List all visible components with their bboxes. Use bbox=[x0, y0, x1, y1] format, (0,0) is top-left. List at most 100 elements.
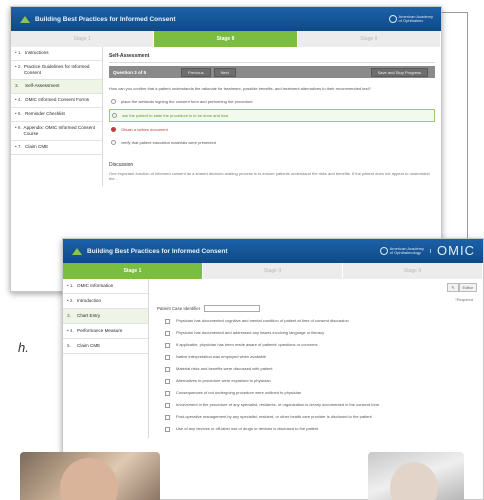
sidebar-item-label: Introduction bbox=[77, 298, 102, 303]
checkbox-icon[interactable] bbox=[165, 391, 170, 396]
checklist-item[interactable]: Alternatives to procedure were explained… bbox=[165, 378, 475, 384]
checklist-item-label: If applicable, physician has been made a… bbox=[176, 342, 318, 347]
question-counter: Question 3 of 5 bbox=[113, 69, 147, 75]
sidebar-item-label: Claim CME bbox=[25, 144, 49, 149]
checkbox-icon[interactable] bbox=[165, 427, 170, 432]
tab-stage-2[interactable]: Stage II bbox=[154, 31, 298, 47]
radio-icon[interactable] bbox=[111, 139, 116, 145]
sidebar-item-consent-forms[interactable]: • 4. OMIC Informed Consent Forms bbox=[11, 94, 102, 108]
checklist-item[interactable]: Native interpretation was employed when … bbox=[165, 354, 475, 360]
tab-stage-1[interactable]: Stage 1 bbox=[11, 31, 155, 47]
answer-option-incorrect[interactable]: Obtain a written document bbox=[109, 124, 435, 135]
sidebar-item-appendix[interactable]: • 6. Appendix: OMIC Informed Consent Cour… bbox=[11, 122, 102, 141]
sidebar-item-label: OMIC Information bbox=[77, 283, 114, 288]
window-title: Building Best Practices for Informed Con… bbox=[35, 15, 176, 23]
sidebar-item-label: OMIC Informed Consent Forms bbox=[25, 97, 90, 102]
sidebar-nav: • 1. Instructions • 2. Practice Guidelines… bbox=[11, 47, 103, 186]
sidebar-item-label: Practice Guidelines for Informed Consent bbox=[23, 64, 90, 75]
checklist-item[interactable]: If applicable, physician has been made a… bbox=[165, 342, 475, 348]
photo-person-right bbox=[368, 452, 464, 500]
patient-case-input[interactable] bbox=[204, 305, 261, 312]
checklist-item[interactable]: Physician has documented cognitive and m… bbox=[165, 318, 475, 324]
editor-button[interactable]: Editor bbox=[458, 283, 477, 292]
sidebar-item-practice-guidelines[interactable]: • 2. Practice Guidelines for Informed Con… bbox=[11, 61, 102, 80]
checklist-item-label: Physician has documented and addressed a… bbox=[176, 330, 325, 335]
checkbox-icon[interactable] bbox=[165, 367, 170, 372]
checkbox-icon[interactable] bbox=[165, 331, 170, 336]
checklist-item-label: Consequences of not undergoing procedure… bbox=[176, 390, 302, 395]
sidebar-item-reminder-checklist[interactable]: • 5. Reminder Checklist bbox=[11, 108, 102, 122]
sidebar-item-label: Self-Assessment bbox=[25, 83, 60, 88]
checkbox-icon[interactable] bbox=[165, 415, 170, 420]
sidebar-item-claim-cme[interactable]: 5. Claim CME bbox=[63, 339, 148, 354]
sidebar-item-claim-cme[interactable]: • 7. Claim CME bbox=[11, 141, 102, 155]
question-text: How can you confirm that a patient under… bbox=[109, 86, 371, 91]
sidebar-item-omic-information[interactable]: • 1. OMIC Information bbox=[63, 279, 148, 294]
radio-icon[interactable] bbox=[112, 112, 117, 118]
app-logo-icon bbox=[72, 248, 82, 255]
required-note: *Required bbox=[455, 297, 473, 302]
checklist-item-label: Material risks and benefits were discuss… bbox=[176, 366, 273, 371]
checklist-item[interactable]: Involvement in the procedure of any spec… bbox=[165, 402, 475, 408]
editor-toolbar: ✎ Editor bbox=[447, 283, 477, 292]
answer-option-correct[interactable]: ask the patient to state the procedure i… bbox=[109, 108, 435, 122]
tab-stage-3[interactable]: Stage II bbox=[297, 31, 441, 47]
sidebar-item-label: Instructions bbox=[25, 50, 49, 55]
background-text-fragment: h. bbox=[18, 340, 29, 355]
checkbox-icon[interactable] bbox=[165, 319, 170, 324]
checklist-item[interactable]: Use of any devices or off-label use of d… bbox=[165, 426, 475, 432]
brand-logo: American Academy of Ophthalmic bbox=[388, 15, 433, 23]
stage-tabs: Stage 1 Stage II Stage II bbox=[11, 31, 441, 47]
radio-icon[interactable] bbox=[111, 98, 116, 104]
window-title: Building Best Practices for Informed Con… bbox=[87, 247, 228, 255]
checklist-item[interactable]: Consequences of not undergoing procedure… bbox=[165, 390, 475, 396]
patient-case-label: Patient Case Identifier bbox=[157, 306, 201, 311]
chart-checklist: Physician has documented cognitive and m… bbox=[157, 318, 475, 432]
checklist-item[interactable]: Post-operative management by any special… bbox=[165, 414, 475, 420]
sidebar-item-self-assessment[interactable]: 3. Self-Assessment bbox=[11, 80, 102, 94]
answer-option[interactable]: verify that patient education materials … bbox=[109, 137, 435, 148]
brand-logo: American Academy of Ophthalmology OMIC bbox=[379, 244, 475, 257]
previous-button[interactable]: Previous bbox=[181, 67, 211, 77]
window-title-bar: Building Best Practices for Informed Con… bbox=[11, 7, 441, 31]
checkbox-icon[interactable] bbox=[165, 379, 170, 384]
brand-line: of Ophthalmology bbox=[389, 250, 421, 255]
checklist-item[interactable]: Physician has documented and addressed a… bbox=[165, 330, 475, 336]
checkbox-icon[interactable] bbox=[165, 355, 170, 360]
save-and-stop-button[interactable]: Save and Stop Progress bbox=[370, 67, 428, 77]
checklist-item-label: Physician has documented cognitive and m… bbox=[176, 318, 349, 323]
checkbox-icon[interactable] bbox=[165, 343, 170, 348]
brand-line: of Ophthalmic bbox=[398, 18, 424, 23]
section-title: Self-Assessment bbox=[109, 51, 435, 63]
window-title-bar: Building Best Practices for Informed Con… bbox=[63, 239, 483, 263]
radio-icon[interactable] bbox=[111, 126, 116, 132]
sidebar-item-chart-entry[interactable]: 3. Chart Entry bbox=[63, 309, 148, 324]
tab-stage-3[interactable]: Stage II bbox=[343, 263, 483, 279]
tab-stage-1[interactable]: Stage 1 bbox=[63, 263, 203, 279]
answer-option[interactable]: place the wetlands signing the consent f… bbox=[109, 96, 435, 107]
discussion-text: One important function of informed conse… bbox=[109, 170, 430, 182]
brand-seal-icon bbox=[379, 247, 388, 255]
photo-person-left bbox=[20, 452, 160, 500]
checkbox-icon[interactable] bbox=[165, 403, 170, 408]
tab-stage-2[interactable]: Stage II bbox=[203, 263, 343, 279]
sidebar-item-label: Chart Entry bbox=[77, 313, 101, 318]
discussion-heading: Discussion bbox=[109, 161, 134, 168]
sidebar-item-performance-measure[interactable]: • 4. Performance Measure bbox=[63, 324, 148, 339]
sidebar-item-introduction[interactable]: • 2. Introduction bbox=[63, 294, 148, 309]
sidebar-item-label: Reminder Checklist bbox=[25, 111, 65, 116]
main-content: ✎ Editor *Required Patient Case Identifi… bbox=[149, 279, 483, 438]
checklist-item-label: Involvement in the procedure of any spec… bbox=[176, 402, 380, 407]
app-logo-icon bbox=[20, 16, 30, 23]
edit-icon[interactable]: ✎ bbox=[447, 283, 459, 292]
main-content: Self-Assessment Question 3 of 5 Previous… bbox=[103, 47, 441, 186]
checklist-item[interactable]: Material risks and benefits were discuss… bbox=[165, 366, 475, 372]
brand-name: OMIC bbox=[430, 244, 475, 257]
brand-seal-icon bbox=[388, 15, 397, 23]
sidebar-item-label: Appendix: OMIC Informed Consent Course bbox=[23, 125, 96, 136]
checklist-item-label: Native interpretation was employed when … bbox=[176, 354, 267, 359]
next-button[interactable]: Next bbox=[213, 67, 236, 77]
stage-tabs: Stage 1 Stage II Stage II bbox=[63, 263, 483, 279]
sidebar-item-instructions[interactable]: • 1. Instructions bbox=[11, 47, 102, 61]
sidebar-item-label: Performance Measure bbox=[77, 328, 123, 333]
